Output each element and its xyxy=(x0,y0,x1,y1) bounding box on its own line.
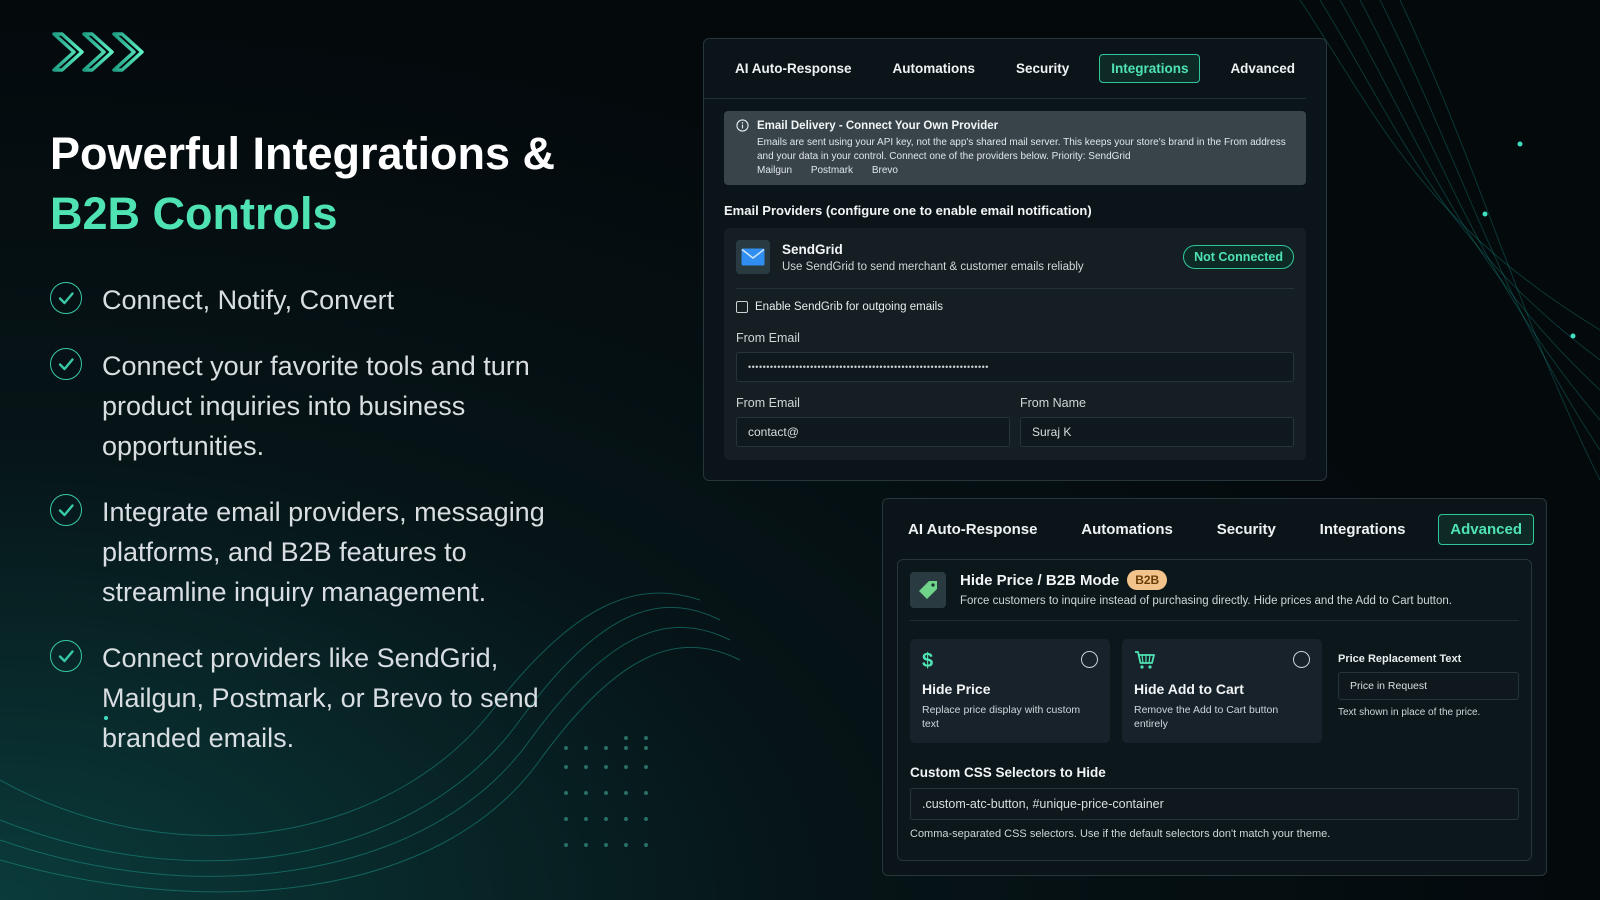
advanced-panel: AI Auto-Response Automations Security In… xyxy=(882,498,1547,876)
feature-item: Connect providers like SendGrid, Mailgun… xyxy=(50,638,590,758)
api-key-label: From Email xyxy=(736,331,800,345)
hero-title-line1: Powerful Integrations & xyxy=(50,128,556,179)
info-body: Emails are sent using your API key, not … xyxy=(757,137,1286,162)
check-icon xyxy=(50,494,82,526)
price-tag-icon xyxy=(910,572,946,608)
enable-sendgrid-checkbox[interactable] xyxy=(736,301,748,313)
price-replacement-label: Price Replacement Text xyxy=(1338,653,1462,665)
feature-text: Connect, Notify, Convert xyxy=(102,285,395,315)
hide-add-to-cart-radio[interactable] xyxy=(1293,651,1310,668)
provider-description: Use SendGrid to send merchant & customer… xyxy=(782,260,1084,273)
brand-chevrons-icon xyxy=(52,32,144,72)
status-badge: Not Connected xyxy=(1183,245,1294,269)
cart-icon xyxy=(1134,649,1310,673)
api-key-input[interactable]: ••••••••••••••••••••••••••••••••••••••••… xyxy=(736,352,1294,382)
from-name-label: From Name xyxy=(1020,396,1086,410)
hide-price-option[interactable]: $ Hide Price Replace price display with … xyxy=(910,639,1110,743)
b2b-mode-card: Hide Price / B2B Mode B2B Force customer… xyxy=(897,559,1532,861)
info-provider: Mailgun xyxy=(757,165,793,176)
envelope-icon xyxy=(736,240,770,274)
check-icon xyxy=(50,640,82,672)
hero-title: Powerful Integrations & B2B Controls xyxy=(50,124,650,244)
divider xyxy=(736,288,1294,289)
settings-tabs: AI Auto-Response Automations Security In… xyxy=(704,39,1306,99)
enable-sendgrid-label: Enable SendGrib for outgoing emails xyxy=(755,301,943,313)
feature-item: Connect your favorite tools and turn pro… xyxy=(50,346,590,466)
from-name-input[interactable]: Suraj K xyxy=(1020,417,1294,447)
css-selectors-help: Comma-separated CSS selectors. Use if th… xyxy=(910,828,1331,840)
price-replacement-input[interactable]: Price in Request xyxy=(1338,672,1519,700)
check-icon xyxy=(50,282,82,314)
email-providers-heading: Email Providers (configure one to enable… xyxy=(724,203,1092,218)
css-selectors-input[interactable]: .custom-atc-button, #unique-price-contai… xyxy=(910,788,1519,820)
tab-integrations[interactable]: Integrations xyxy=(1099,54,1201,83)
from-email-input[interactable]: contact@ xyxy=(736,417,1010,447)
tab-automations[interactable]: Automations xyxy=(881,55,986,82)
option-description: Remove the Add to Cart button entirely xyxy=(1134,704,1279,730)
option-title: Hide Price xyxy=(922,681,991,697)
feature-list: Connect, Notify, Convert Connect your fa… xyxy=(50,280,590,784)
feature-item: Integrate email providers, messaging pla… xyxy=(50,492,590,612)
tab-security[interactable]: Security xyxy=(1005,55,1080,82)
feature-text: Connect your favorite tools and turn pro… xyxy=(102,351,530,461)
tab-advanced[interactable]: Advanced xyxy=(1438,513,1534,545)
info-icon xyxy=(736,119,749,132)
provider-name: SendGrid xyxy=(782,241,843,257)
option-description: Replace price display with custom text xyxy=(922,704,1081,730)
option-title: Hide Add to Cart xyxy=(1134,681,1244,697)
price-replacement-group: Price Replacement Text Price in Request … xyxy=(1334,639,1519,743)
feature-item: Connect, Notify, Convert xyxy=(50,280,590,320)
info-provider: Postmark xyxy=(810,165,854,176)
tab-integrations[interactable]: Integrations xyxy=(1309,515,1417,544)
dollar-icon: $ xyxy=(922,650,934,672)
info-provider: Brevo xyxy=(871,165,898,176)
settings-tabs: AI Auto-Response Automations Security In… xyxy=(883,499,1546,559)
hero-title-accent: B2B Controls xyxy=(50,188,338,239)
price-replacement-help: Text shown in place of the price. xyxy=(1338,707,1481,718)
b2b-title: Hide Price / B2B Mode xyxy=(960,571,1120,589)
email-delivery-info: Email Delivery - Connect Your Own Provid… xyxy=(724,111,1306,185)
tab-ai-auto-response[interactable]: AI Auto-Response xyxy=(724,55,863,82)
tab-advanced[interactable]: Advanced xyxy=(1219,55,1306,82)
feature-text: Integrate email providers, messaging pla… xyxy=(102,497,545,607)
hide-add-to-cart-option[interactable]: Hide Add to Cart Remove the Add to Cart … xyxy=(1122,639,1322,743)
from-email-label: From Email xyxy=(736,396,800,410)
info-title: Email Delivery - Connect Your Own Provid… xyxy=(757,119,999,132)
integrations-panel: AI Auto-Response Automations Security In… xyxy=(703,38,1327,481)
tab-security[interactable]: Security xyxy=(1206,515,1287,544)
tab-ai-auto-response[interactable]: AI Auto-Response xyxy=(897,515,1048,544)
sendgrid-card: SendGrid Use SendGrid to send merchant &… xyxy=(724,228,1306,460)
tab-automations[interactable]: Automations xyxy=(1070,515,1184,544)
check-icon xyxy=(50,348,82,380)
b2b-description: Force customers to inquire instead of pu… xyxy=(960,595,1452,607)
hide-price-radio[interactable] xyxy=(1081,651,1098,668)
b2b-badge: B2B xyxy=(1127,570,1168,590)
css-selectors-label: Custom CSS Selectors to Hide xyxy=(910,765,1106,780)
feature-text: Connect providers like SendGrid, Mailgun… xyxy=(102,643,539,753)
